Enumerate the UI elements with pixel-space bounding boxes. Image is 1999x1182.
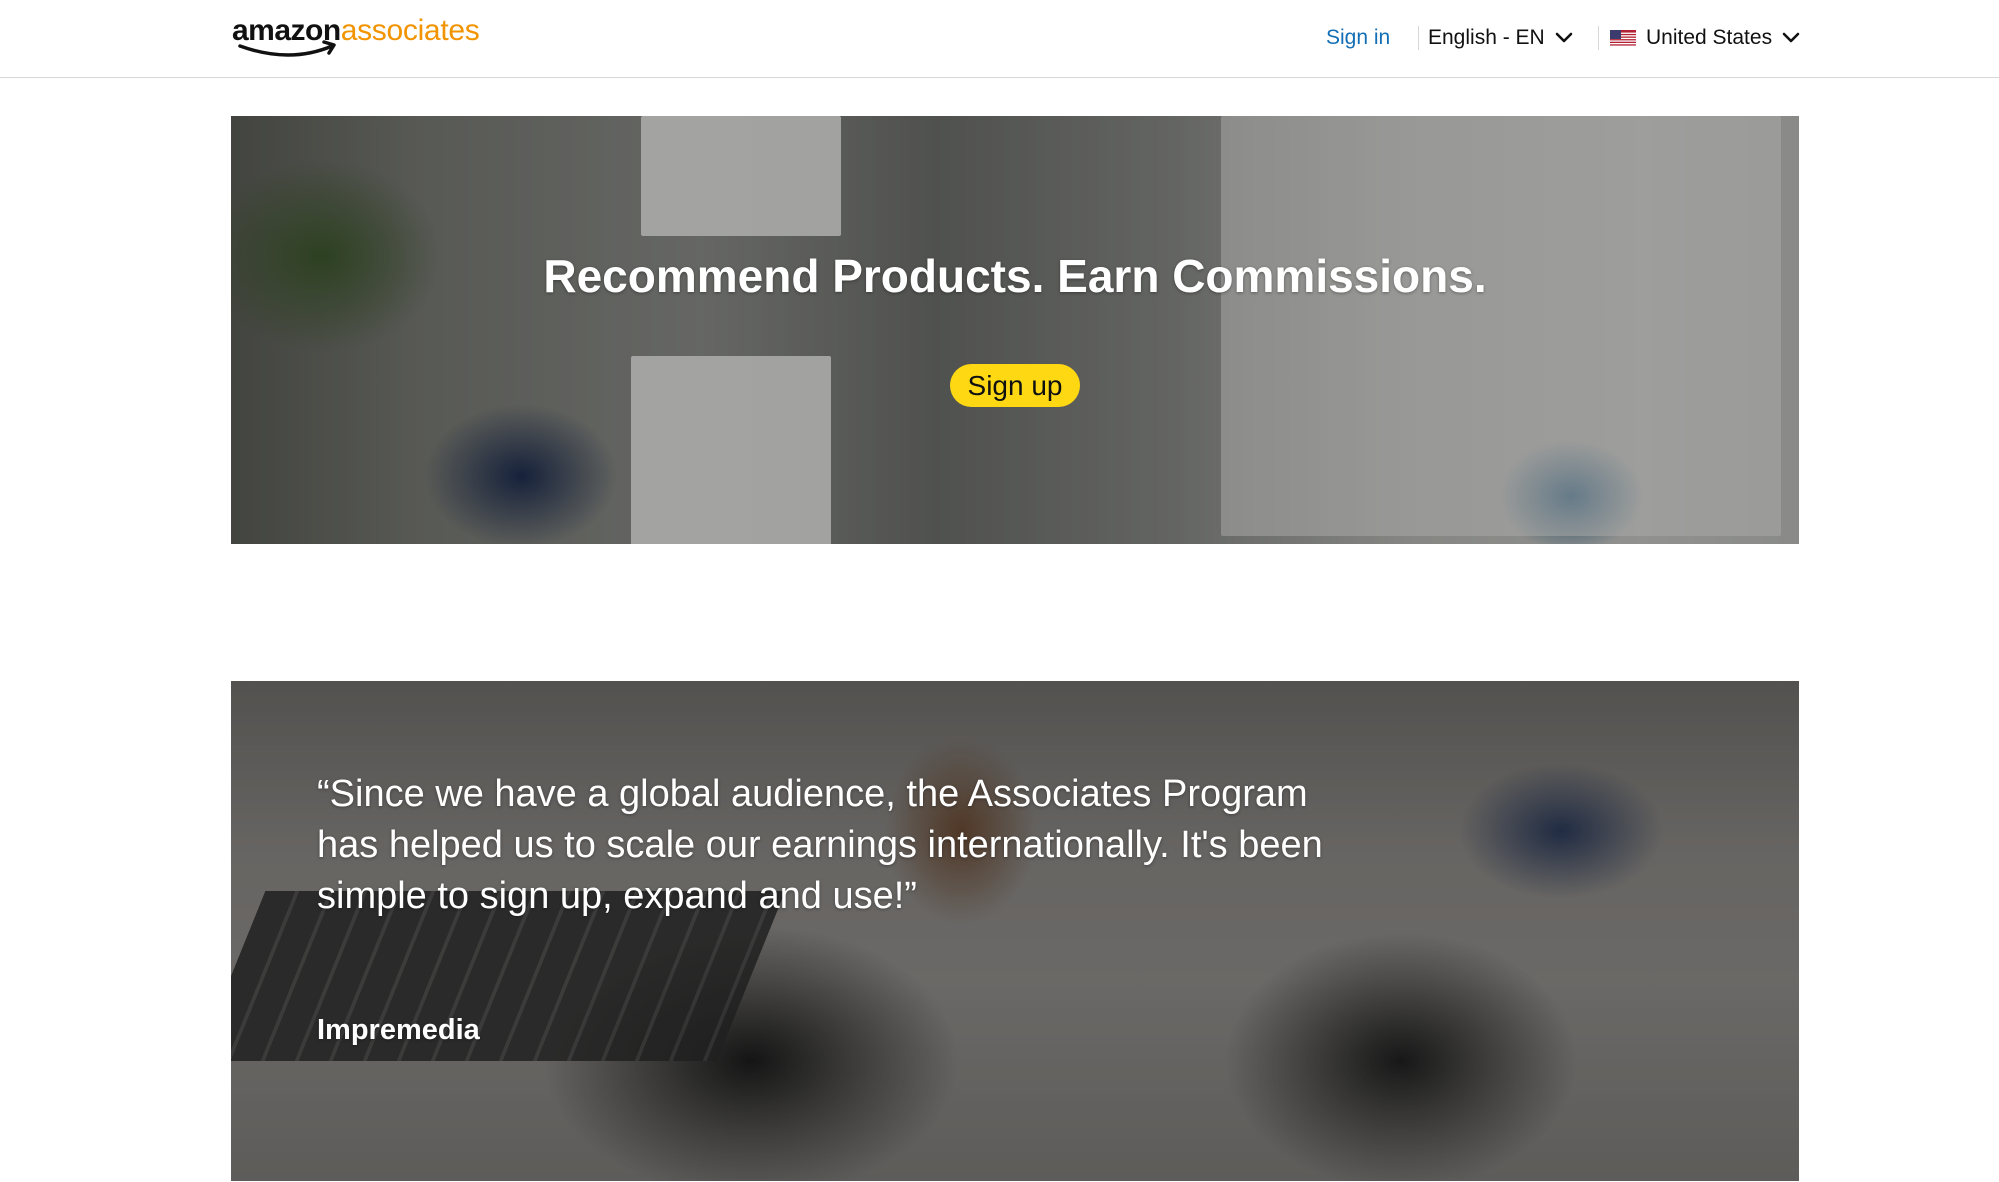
logo-associates-text: associates [340,14,480,47]
nav-divider [1598,26,1599,50]
sign-in-link[interactable]: Sign in [1326,24,1390,52]
testimonial-quote: “Since we have a global audience, the As… [317,773,1323,917]
sign-up-button[interactable]: Sign up [950,364,1080,407]
chevron-down-icon [1782,32,1800,43]
testimonial-image-overlay [231,681,1799,1181]
language-selector[interactable]: English - EN [1428,22,1573,54]
nav-divider [1418,26,1419,50]
country-label: United States [1646,26,1773,49]
hero-title: Recommend Products. Earn Commissions. [543,250,1487,302]
testimonial-author: Impremedia [317,1014,480,1046]
language-label: English - EN [1428,26,1545,49]
amazon-associates-logo[interactable]: amazon associates [232,14,480,60]
testimonial-banner: “Since we have a global audience, the As… [231,681,1799,1181]
amazon-smile-icon [238,40,336,57]
hero-image-overlay [231,116,1799,544]
hero-banner: Recommend Products. Earn Commissions. Si… [231,116,1799,544]
country-selector[interactable]: United States [1610,22,1800,54]
us-flag-icon [1610,29,1636,47]
site-header: amazon associates Sign in English - EN U… [0,0,1999,78]
chevron-down-icon [1555,32,1573,43]
